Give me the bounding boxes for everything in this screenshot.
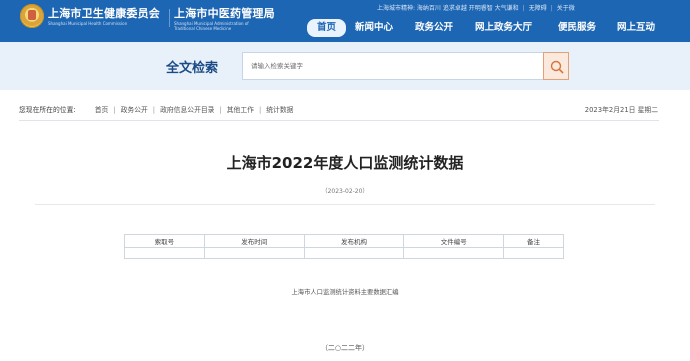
breadcrumb-label: 您现在所在的位置: [19, 106, 76, 114]
nav-item-home[interactable]: 首页 [307, 19, 346, 37]
nav-item-services[interactable]: 便民服务 [558, 19, 596, 37]
table-header-cell: 备注 [503, 234, 564, 248]
table-cell [124, 247, 205, 259]
document-caption: 上海市人口监测统计资料主要数据汇编 [291, 289, 399, 296]
table-cell [403, 247, 505, 259]
separator: | [522, 5, 525, 12]
table-header-row: 索取号 发布时间 发布机构 文件编号 备注 [124, 234, 564, 248]
emblem-icon[interactable] [20, 4, 44, 28]
search-input[interactable] [242, 52, 544, 80]
breadcrumb-home[interactable]: 首页 [95, 106, 109, 114]
wechat-link[interactable]: 关于微 [557, 3, 575, 12]
article-divider [35, 204, 655, 205]
document-year: （二○二二年） [320, 344, 370, 352]
org-name-tcm-admin[interactable]: 上海市中医药管理局 [174, 5, 275, 21]
breadcrumb-directory[interactable]: 政府信息公开目录 [160, 106, 214, 114]
nav-item-news[interactable]: 新闻中心 [355, 19, 393, 37]
city-spirit-text: 上海城市精神: 海纳百川 追求卓越 开明睿智 大气谦和 [377, 5, 519, 12]
separator: | [550, 5, 553, 12]
table-header-cell: 发布时间 [203, 234, 305, 248]
table-cell [203, 247, 305, 259]
nav-item-interaction[interactable]: 网上互动 [617, 19, 655, 37]
meta-table: 索取号 发布时间 发布机构 文件编号 备注 [124, 234, 564, 259]
nav-item-online-hall[interactable]: 网上政务大厅 [475, 19, 532, 37]
table-header-cell: 发布机构 [303, 234, 405, 248]
table-cell [303, 247, 405, 259]
search-band: 全文检索 [0, 42, 690, 90]
table-header-cell: 索取号 [124, 234, 205, 248]
article-date: （2023-02-20） [321, 188, 369, 195]
breadcrumb-separator: | [113, 106, 116, 114]
org-name-tcm-admin-en-2: Traditional Chinese Medicine [174, 26, 232, 31]
top-links: 上海城市精神: 海纳百川 追求卓越 开明睿智 大气谦和 | 无障碍 | 关于微 [377, 3, 575, 12]
breadcrumb-gov-open[interactable]: 政务公开 [121, 106, 148, 114]
table-row [124, 247, 564, 259]
breadcrumb-separator: | [258, 106, 262, 114]
nav-item-gov-open[interactable]: 政务公开 [415, 19, 453, 37]
search-icon [550, 60, 564, 74]
search-button[interactable] [543, 52, 569, 80]
breadcrumb-divider [19, 120, 659, 121]
header-divider [169, 9, 170, 27]
breadcrumb-other-work[interactable]: 其他工作 [227, 106, 254, 114]
current-date: 2023年2月21日 星期二 [584, 106, 658, 114]
breadcrumb-separator: | [219, 106, 222, 114]
breadcrumb-statistics[interactable]: 统计数据 [266, 106, 293, 114]
org-name-health-commission[interactable]: 上海市卫生健康委员会 [48, 5, 160, 21]
org-name-health-commission-en: Shanghai Municipal Health Commission [48, 21, 128, 26]
accessibility-link[interactable]: 无障碍 [529, 3, 547, 12]
article-title: 上海市2022年度人口监测统计数据 [226, 154, 464, 172]
table-header-cell: 文件编号 [403, 234, 505, 248]
breadcrumb-separator: | [152, 106, 156, 114]
search-title: 全文检索 [166, 61, 219, 76]
table-cell [503, 247, 564, 259]
site-header: 上海市卫生健康委员会 Shanghai Municipal Health Com… [0, 0, 690, 42]
breadcrumb: 您现在所在的位置: > 首页|政务公开|政府信息公开目录|其他工作|统计数据 2… [19, 104, 664, 116]
